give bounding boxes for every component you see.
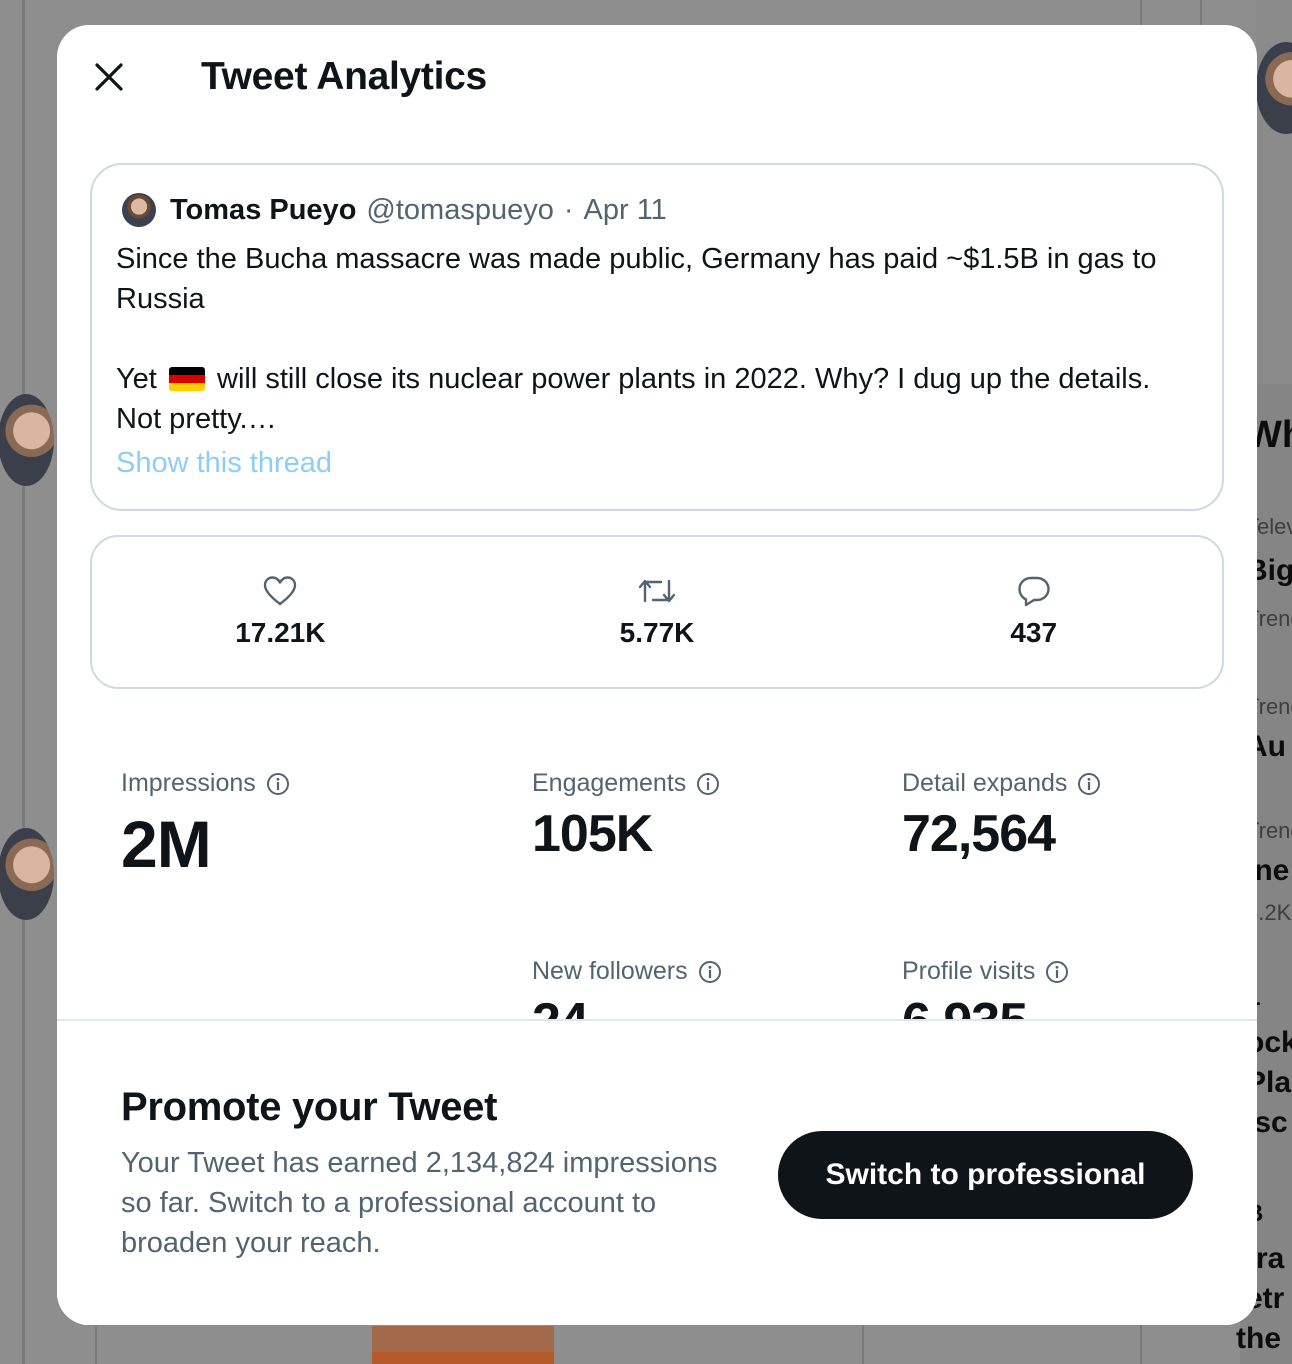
- flag-stripe-red: [168, 375, 205, 383]
- impressions-metric: Impressions 2M: [121, 769, 290, 882]
- tweet-text-segment: will still close its nuclear power plant…: [217, 363, 1151, 395]
- tweet-word: Yet: [116, 363, 157, 395]
- likes-count: 17.21K: [235, 617, 326, 648]
- tweet-text: Since the Bucha massacre was made public…: [116, 239, 1206, 439]
- heart-icon: [264, 576, 297, 606]
- author-name[interactable]: Tomas Pueyo: [170, 194, 356, 227]
- tweet-line: Since the Bucha massacre was made public…: [116, 243, 1157, 275]
- tweet-date[interactable]: Apr 11: [584, 194, 667, 227]
- tweet-blank-line: [116, 319, 1206, 359]
- retweets-stat: 5.77K: [469, 537, 846, 687]
- info-icon[interactable]: [1077, 772, 1101, 796]
- column-divider: [1140, 1325, 1142, 1364]
- close-icon: [95, 63, 123, 91]
- avatar: [0, 828, 54, 920]
- flag-stripe-black: [168, 367, 205, 375]
- column-divider: [95, 1325, 97, 1364]
- detail-expands-label-row: Detail expands: [902, 769, 1101, 798]
- metric-value: 105K: [532, 805, 653, 863]
- promote-title: Promote your Tweet: [121, 1085, 498, 1129]
- metric-value: 72,564: [902, 805, 1056, 863]
- timeline-line: [22, 0, 25, 1364]
- replies-count: 437: [1010, 617, 1058, 648]
- info-icon[interactable]: [698, 960, 722, 984]
- info-icon[interactable]: [1045, 960, 1069, 984]
- metric-label: Profile visits: [902, 957, 1036, 985]
- flag-stripe-gold: [168, 383, 205, 391]
- tweet-preview-card[interactable]: Tomas Pueyo @tomaspueyo · Apr 11 Since t…: [90, 163, 1224, 511]
- profile-visits-label-row: Profile visits: [902, 957, 1069, 986]
- tweet-line: Not pretty.…: [116, 403, 277, 435]
- metric-value: 2M: [121, 807, 212, 881]
- close-button[interactable]: [79, 47, 139, 107]
- retweets-count: 5.77K: [619, 617, 695, 648]
- author-handle[interactable]: @tomaspueyo: [366, 194, 553, 227]
- header-separator: ·: [563, 193, 574, 226]
- detail-expands-metric: Detail expands 72,564: [902, 769, 1101, 864]
- reply-icon: [1017, 576, 1050, 607]
- engagements-label-row: Engagements: [532, 769, 720, 798]
- trend-title: the: [1236, 1322, 1281, 1355]
- new-followers-label-row: New followers: [532, 957, 722, 986]
- page-title: Tweet Analytics: [201, 55, 487, 98]
- tweet-analytics-modal: Tweet Analytics Tomas Pueyo @tomaspueyo …: [57, 25, 1257, 1325]
- media-thumbnail-bar: [372, 1352, 554, 1364]
- info-icon[interactable]: [696, 772, 720, 796]
- retweet-icon: [638, 579, 676, 603]
- show-thread-link[interactable]: Show this thread: [116, 447, 332, 480]
- replies-stat: 437: [845, 537, 1222, 687]
- info-icon[interactable]: [266, 772, 290, 796]
- promote-section: Promote your Tweet Your Tweet has earned…: [57, 1019, 1257, 1325]
- metric-label: Detail expands: [902, 769, 1068, 797]
- avatar[interactable]: [122, 193, 156, 227]
- metric-label: New followers: [532, 957, 688, 985]
- engagement-stats: 17.21K 5.77K 437: [90, 535, 1224, 689]
- tweet-line: Russia: [116, 283, 205, 315]
- promote-description: Your Tweet has earned 2,134,824 impressi…: [121, 1147, 718, 1259]
- metric-label: Impressions: [121, 769, 256, 797]
- switch-to-professional-button[interactable]: Switch to professional: [778, 1131, 1193, 1219]
- likes-stat: 17.21K: [92, 537, 469, 687]
- column-divider: [862, 1325, 864, 1364]
- avatar: [0, 394, 54, 486]
- germany-flag-icon: [168, 367, 205, 391]
- metric-label: Engagements: [532, 769, 687, 797]
- engagements-metric: Engagements 105K: [532, 769, 720, 864]
- impressions-label-row: Impressions: [121, 769, 290, 798]
- tweet-header: Tomas Pueyo @tomaspueyo · Apr 11: [122, 193, 667, 227]
- tweet-line: Yet will still close its nuclear power p…: [116, 359, 1206, 399]
